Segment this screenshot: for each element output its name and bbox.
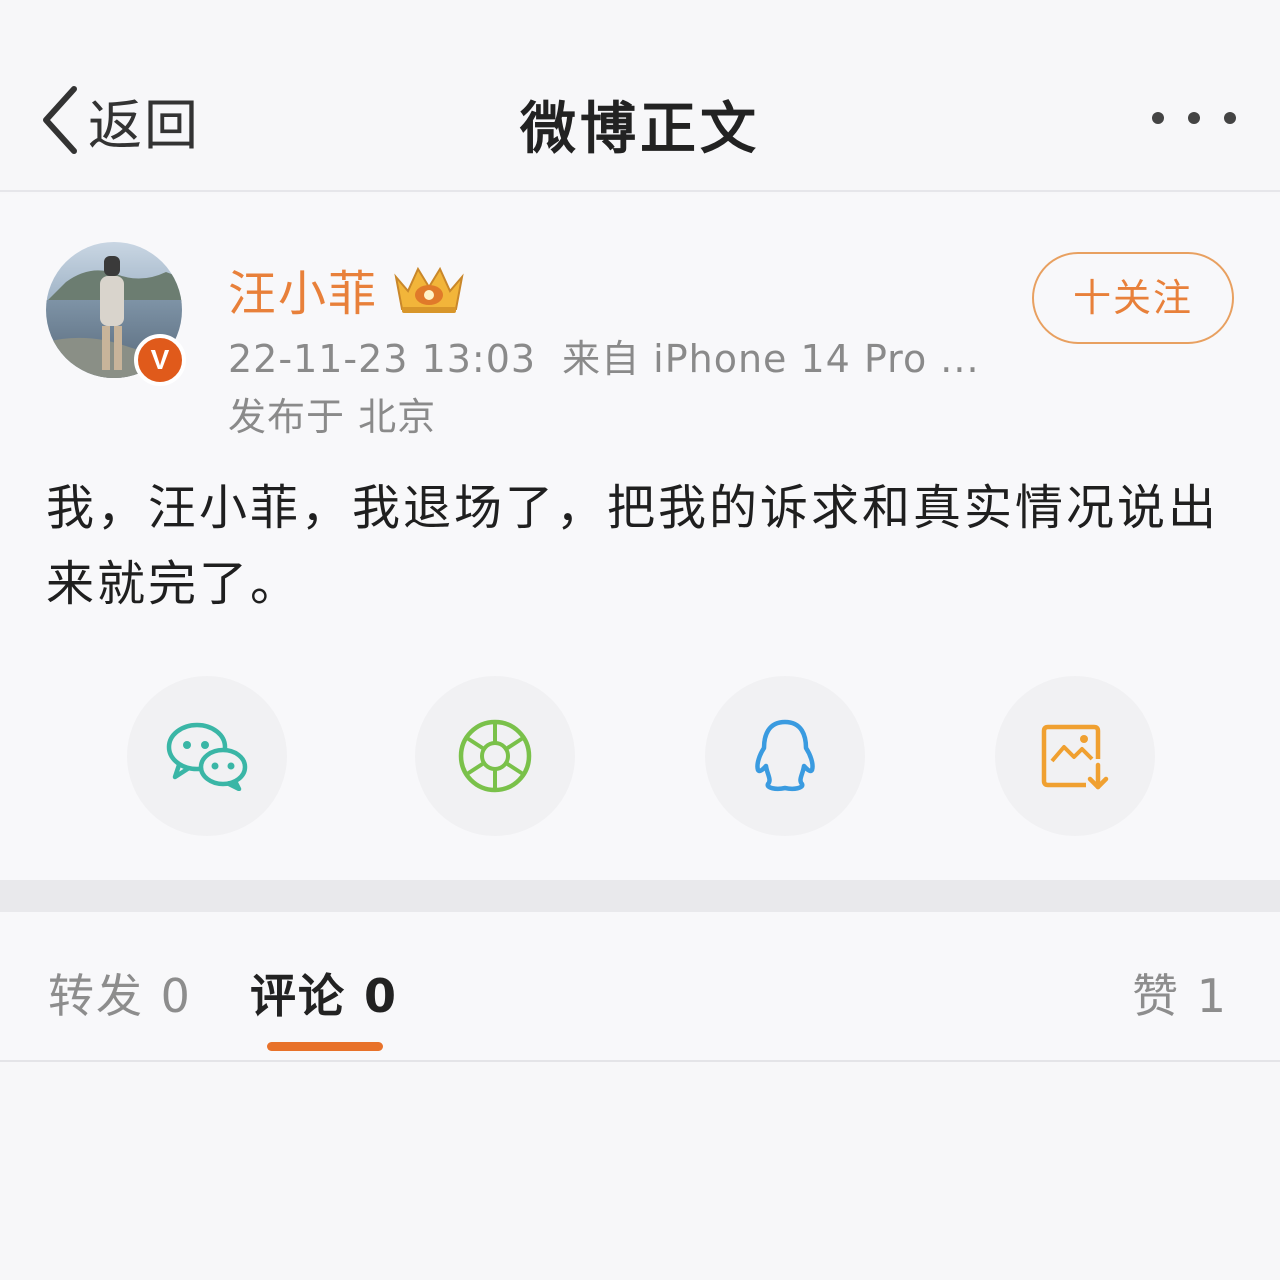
tab-repost[interactable]: 转发 0 [48,960,192,1026]
comment-list-area [0,1062,1280,1280]
username[interactable]: 汪小菲 [228,254,378,324]
post-datetime: 22-11-23 13:03 [228,337,537,381]
more-dot-icon [1152,112,1164,124]
tab-like[interactable]: 赞 1 [1132,960,1228,1026]
qq-icon [755,719,815,792]
post-content: 我，汪小菲，我退场了，把我的诉求和真实情况说出来就完了。 [46,480,1220,612]
more-button[interactable] [1152,100,1236,136]
author-row: 汪小菲 [228,254,468,324]
nav-bar: 返回 微博正文 [0,0,1280,192]
post-meta: 22-11-23 13:03 来自 iPhone 14 Pro ... [228,328,980,383]
wechat-icon [166,722,248,791]
interaction-tabs: 转发 0 评论 0 赞 1 [0,912,1280,1062]
share-wechat-button[interactable] [127,676,287,836]
save-image-icon [1041,724,1109,790]
post-source: 来自 iPhone 14 Pro ... [562,337,980,381]
follow-button[interactable]: 十关注 [1032,252,1234,344]
page-title: 微博正文 [520,97,760,162]
crown-icon [394,266,464,313]
more-dot-icon [1188,112,1200,124]
save-image-button[interactable] [995,676,1155,836]
moments-icon [458,719,532,793]
verified-badge: V [134,334,186,386]
more-dot-icon [1224,112,1236,124]
tab-comment[interactable]: 评论 0 [250,960,398,1026]
active-tab-indicator [267,1042,383,1051]
share-qq-button[interactable] [705,676,865,836]
post-location: 发布于 北京 [228,395,437,439]
share-moments-button[interactable] [415,676,575,836]
section-divider [0,880,1280,912]
